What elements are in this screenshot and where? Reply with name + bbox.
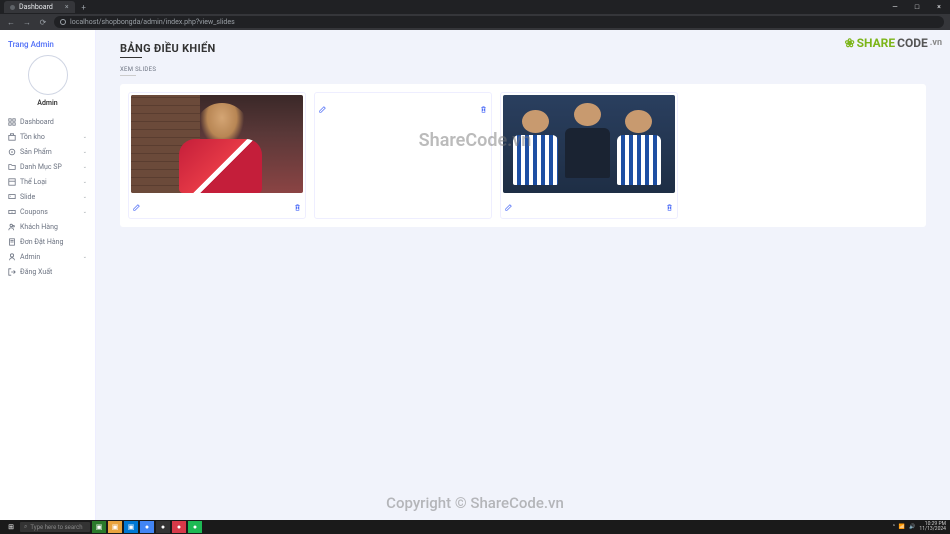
nav-coupons[interactable]: Coupons⌄: [6, 205, 89, 219]
tab-close-icon[interactable]: ×: [65, 3, 69, 11]
nav-reload-button[interactable]: ⟳: [38, 17, 48, 27]
delete-slide-button[interactable]: [666, 196, 673, 215]
url-input[interactable]: localhost/shopbongda/admin/index.php?vie…: [54, 16, 944, 28]
taskbar-search[interactable]: ⌕ Type here to search: [20, 522, 90, 532]
slide-card: [128, 92, 306, 219]
wifi-icon[interactable]: 📶: [899, 524, 905, 530]
title-underline: [120, 57, 142, 58]
nav-logout[interactable]: Đăng Xuất: [6, 265, 89, 279]
user-name: Admin: [6, 99, 89, 107]
delete-slide-button[interactable]: [294, 196, 301, 215]
nav-inventory[interactable]: Tồn kho⌄: [6, 130, 89, 144]
nav-type[interactable]: Thể Loại⌄: [6, 175, 89, 189]
taskbar-app[interactable]: ▣: [124, 521, 138, 533]
taskbar-app[interactable]: ▣: [108, 521, 122, 533]
edit-slide-button[interactable]: [319, 98, 326, 117]
taskbar-app[interactable]: ●: [156, 521, 170, 533]
window-maximize-button[interactable]: □: [910, 3, 924, 11]
chevron-down-icon: ⌄: [83, 134, 87, 140]
sidebar: Trang Admin Admin Dashboard Tồn kho⌄ Sản…: [0, 30, 96, 520]
edit-slide-button[interactable]: [133, 196, 140, 215]
nav-customer[interactable]: Khách Hàng: [6, 220, 89, 234]
window-minimize-button[interactable]: —: [888, 3, 902, 11]
tab-title: Dashboard: [19, 3, 53, 11]
window-close-button[interactable]: ×: [932, 3, 946, 11]
sharecode-logo-watermark: ❀ SHARECODE.vn: [845, 36, 942, 50]
page-subtitle: XEM SLIDES: [120, 66, 926, 73]
main-content: BẢNG ĐIỀU KHIỂN XEM SLIDES: [96, 30, 950, 520]
nav-dashboard[interactable]: Dashboard: [6, 115, 89, 129]
user-avatar[interactable]: [28, 55, 68, 95]
taskbar-app[interactable]: ●: [140, 521, 154, 533]
nav-category[interactable]: Danh Mục SP⌄: [6, 160, 89, 174]
chevron-down-icon: ⌄: [83, 149, 87, 155]
slide-card: [314, 92, 492, 219]
chevron-down-icon: ⌄: [83, 179, 87, 185]
tab-favicon: [10, 5, 15, 10]
delete-slide-button[interactable]: [480, 98, 487, 117]
brand-title: Trang Admin: [6, 40, 89, 49]
browser-tab[interactable]: Dashboard ×: [4, 1, 75, 13]
slide-card: [500, 92, 678, 219]
browser-titlebar: Dashboard × + — □ ×: [0, 0, 950, 14]
nav-product[interactable]: Sản Phẩm⌄: [6, 145, 89, 159]
search-icon: ⌕: [24, 523, 27, 531]
chevron-down-icon: ⌄: [83, 194, 87, 200]
app-viewport: Trang Admin Admin Dashboard Tồn kho⌄ Sản…: [0, 30, 950, 520]
tray-chevron-icon[interactable]: ^: [893, 524, 895, 530]
site-info-icon[interactable]: [60, 19, 66, 25]
taskbar-app[interactable]: ▣: [92, 521, 106, 533]
start-button[interactable]: ⊞: [4, 521, 18, 533]
slide-image: [131, 95, 303, 193]
nav-forward-button[interactable]: →: [22, 17, 32, 27]
url-text: localhost/shopbongda/admin/index.php?vie…: [70, 18, 235, 26]
page-title: BẢNG ĐIỀU KHIỂN: [120, 42, 926, 55]
clock-date: 11/13/2024: [919, 527, 946, 533]
slide-image: [503, 95, 675, 193]
taskbar-app[interactable]: ●: [188, 521, 202, 533]
nav-admin[interactable]: Admin⌄: [6, 250, 89, 264]
chevron-down-icon: ⌄: [83, 254, 87, 260]
sidebar-nav: Dashboard Tồn kho⌄ Sản Phẩm⌄ Danh Mục SP…: [6, 115, 89, 279]
volume-icon[interactable]: 🔊: [909, 524, 915, 530]
slides-panel: [120, 84, 926, 227]
windows-taskbar: ⊞ ⌕ Type here to search ▣ ▣ ▣ ● ● ● ● ^ …: [0, 520, 950, 534]
subtitle-underline: [120, 75, 136, 76]
leaf-icon: ❀: [845, 36, 855, 50]
new-tab-button[interactable]: +: [79, 2, 89, 12]
nav-slide[interactable]: Slide⌄: [6, 190, 89, 204]
chevron-down-icon: ⌄: [83, 164, 87, 170]
nav-back-button[interactable]: ←: [6, 17, 16, 27]
browser-address-bar: ← → ⟳ localhost/shopbongda/admin/index.p…: [0, 14, 950, 30]
taskbar-app[interactable]: ●: [172, 521, 186, 533]
chevron-down-icon: ⌄: [83, 209, 87, 215]
system-tray[interactable]: ^ 📶 🔊 10:29 PM 11/13/2024: [893, 522, 946, 533]
edit-slide-button[interactable]: [505, 196, 512, 215]
nav-order[interactable]: Đơn Đặt Hàng: [6, 235, 89, 249]
